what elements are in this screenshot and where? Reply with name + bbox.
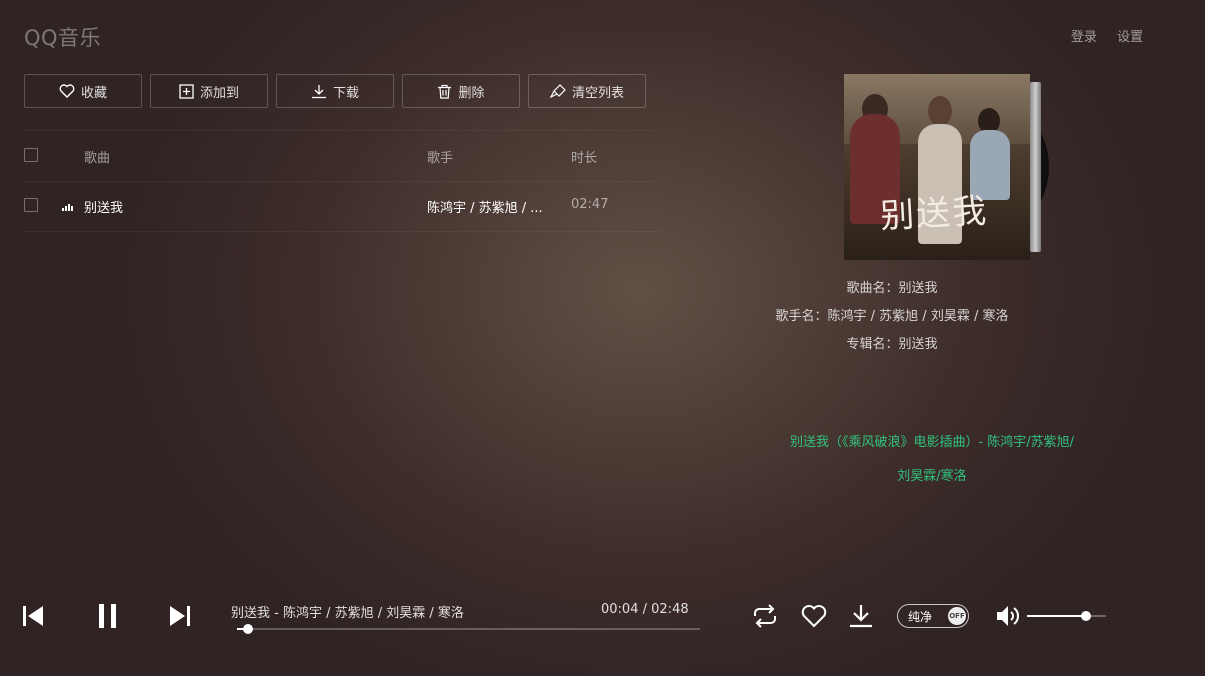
singer-name-meta: 歌手名：陈鸿宇 / 苏紫旭 / 刘昊霖 / 寒洛 (775, 309, 1009, 324)
table-row[interactable]: 别送我 陈鸿宇 / 苏紫旭 / ... 02:47 (24, 181, 660, 232)
playing-indicator-icon (62, 201, 74, 211)
select-all-checkbox[interactable] (24, 148, 38, 162)
heart-icon (59, 84, 75, 98)
skip-next-icon[interactable] (169, 605, 191, 627)
song-name-meta: 歌曲名：别送我 (846, 281, 938, 296)
toolbar: 收藏 添加到 下载 删除 清空列表 (24, 74, 654, 108)
app-logo: QQ音乐 (24, 26, 102, 50)
row-singer[interactable]: 陈鸿宇 / 苏紫旭 / ... (427, 197, 543, 216)
song-list-header: 歌曲 歌手 时长 (24, 130, 660, 182)
delete-button[interactable]: 删除 (402, 74, 520, 108)
player-bar: 别送我 - 陈鸿宇 / 苏紫旭 / 刘昊霖 / 寒洛 00:04 / 02:48… (0, 590, 1205, 640)
cover-title-art: 别送我 (879, 191, 990, 237)
heart-icon[interactable] (801, 604, 827, 628)
volume-slider[interactable] (1027, 611, 1106, 621)
pause-icon[interactable] (97, 603, 119, 629)
loop-icon[interactable] (751, 604, 779, 628)
row-duration: 02:47 (571, 197, 609, 212)
delete-label: 删除 (458, 85, 485, 101)
favorite-label: 收藏 (80, 85, 107, 101)
album-name-meta: 专辑名：别送我 (846, 337, 938, 352)
pure-mode-toggle[interactable]: 纯净 OFF (897, 604, 969, 628)
progress-knob[interactable] (243, 624, 254, 634)
pure-mode-state: OFF (948, 607, 966, 625)
album-cover: 别送我 (844, 74, 1030, 260)
add-to-label: 添加到 (199, 85, 239, 101)
download-icon (311, 84, 326, 98)
header-song[interactable]: 歌曲 (84, 147, 110, 166)
favorite-button[interactable]: 收藏 (24, 74, 142, 108)
row-checkbox[interactable] (24, 198, 38, 212)
login-link[interactable]: 登录 (1071, 30, 1097, 45)
volume-knob[interactable] (1081, 611, 1092, 621)
header-duration[interactable]: 时长 (571, 147, 597, 166)
time-display: 00:04 / 02:48 (601, 602, 689, 617)
download-button[interactable]: 下载 (276, 74, 394, 108)
now-playing-title: 别送我 - 陈鸿宇 / 苏紫旭 / 刘昊霖 / 寒洛 (231, 606, 464, 621)
volume-icon[interactable] (995, 604, 1021, 628)
add-to-button[interactable]: 添加到 (150, 74, 268, 108)
disc-holder (1030, 82, 1041, 252)
time-separator: / (642, 602, 647, 617)
settings-link[interactable]: 设置 (1117, 30, 1143, 45)
skip-previous-icon[interactable] (22, 605, 44, 627)
pure-mode-label: 纯净 (908, 610, 933, 624)
trash-icon (438, 84, 452, 99)
current-time: 00:04 (601, 602, 639, 617)
download-icon[interactable] (848, 603, 874, 629)
volume-fill (1027, 615, 1087, 617)
total-time: 02:48 (651, 602, 689, 617)
lyric-line-1: 别送我（《乘风破浪》电影插曲）- 陈鸿宇/苏紫旭/ (789, 435, 1075, 450)
broom-icon (549, 83, 566, 98)
top-links: 登录 设置 (1055, 26, 1143, 45)
clear-list-button[interactable]: 清空列表 (528, 74, 646, 108)
album-cover-area: 别送我 (844, 74, 1049, 260)
clear-list-label: 清空列表 (571, 85, 624, 101)
header-singer[interactable]: 歌手 (427, 147, 453, 166)
progress-bar[interactable] (237, 624, 700, 634)
lyric-line-2: 刘昊霖/寒洛 (897, 469, 967, 484)
row-song-title[interactable]: 别送我 (84, 197, 123, 216)
add-box-icon (179, 83, 194, 99)
download-label: 下载 (332, 85, 359, 101)
